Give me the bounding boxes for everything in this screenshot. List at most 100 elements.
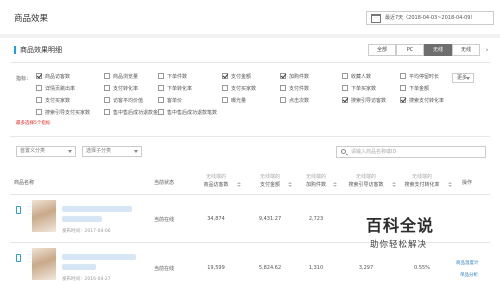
metric-checkbox[interactable]: [36, 73, 42, 79]
metric-checkbox[interactable]: [280, 85, 286, 91]
col-search-visitors-sub: 无线端的: [355, 174, 376, 180]
cart-cell: 2,723: [308, 216, 324, 222]
pay-amount-cell: 9,431.27: [258, 216, 282, 222]
calendar-icon: [371, 14, 381, 23]
col-pay-amount-label: 支付金额: [259, 182, 280, 188]
product-title-blurred[interactable]: [62, 254, 136, 260]
product-analysis-link[interactable]: 单品分析: [460, 272, 478, 278]
metric-label: 下单转化率: [167, 86, 193, 92]
product-title-blurred: [62, 216, 102, 222]
sort-desc-icon[interactable]: [333, 185, 337, 187]
search-conv-cell: 0.55%: [414, 265, 430, 271]
divider: [10, 136, 490, 137]
metric-label: 售中售后成功退款笔数: [167, 110, 218, 116]
watermark-logo: 百科全说: [366, 216, 435, 235]
metric-checkbox[interactable]: [280, 73, 286, 79]
col-status: 当前状态: [153, 180, 174, 186]
metric-checkbox[interactable]: [36, 97, 42, 103]
sort-desc-icon[interactable]: [288, 185, 292, 187]
metric-checkbox[interactable]: [104, 97, 110, 103]
product-thermometer-link[interactable]: 商品温度计: [456, 260, 479, 266]
subcategory-select-value: 选择子分类: [86, 148, 112, 154]
chevron-down-icon: [68, 150, 72, 153]
col-search-conv-label: 搜索支付转化率: [404, 182, 440, 188]
product-search-input[interactable]: 请输入商品名称或ID: [336, 146, 486, 158]
sort-desc-icon[interactable]: [237, 185, 241, 187]
more-metrics-dropdown[interactable]: 更多: [452, 73, 474, 83]
divider: [10, 194, 490, 195]
subcategory-select[interactable]: 选择子分类: [82, 146, 142, 157]
metric-label: 商品访客数: [45, 74, 71, 80]
category-select[interactable]: 首置义分类: [16, 146, 76, 157]
metric-label: 支付买家数: [231, 86, 257, 92]
metric-checkbox[interactable]: [104, 73, 110, 79]
tab-wireless[interactable]: 无线: [424, 44, 452, 56]
metric-checkbox[interactable]: [158, 109, 164, 115]
section-title: 商品效果明细: [20, 46, 62, 54]
col-visitors[interactable]: 无线端的 商品访客数: [192, 173, 240, 189]
metric-label: 详情页跳出率: [45, 86, 76, 92]
sort-asc-icon[interactable]: [237, 182, 241, 184]
tab-expand-icon[interactable]: ›: [482, 45, 492, 55]
metric-checkbox[interactable]: [104, 85, 110, 91]
metric-checkbox[interactable]: [222, 85, 228, 91]
col-cart-label: 加购件数: [305, 182, 326, 188]
col-pay-amount[interactable]: 无线端的 支付金额: [246, 173, 294, 189]
header-panel: 商品效果 最近7天（2018-04-03~2018-04-09）: [0, 0, 500, 34]
col-product: 商品名称: [14, 180, 35, 186]
metric-checkbox[interactable]: [342, 85, 348, 91]
metric-checkbox[interactable]: [158, 97, 164, 103]
metrics-label: 指标：: [16, 76, 32, 82]
metric-label: 支付转化率: [113, 86, 139, 92]
metric-checkbox[interactable]: [36, 85, 42, 91]
col-visitors-label: 商品访客数: [203, 182, 229, 188]
product-thumbnail[interactable]: [32, 248, 56, 280]
tab-pc[interactable]: PC: [396, 44, 424, 56]
metric-label: 支付买家数: [45, 98, 71, 104]
metric-checkbox[interactable]: [222, 73, 228, 79]
product-title-blurred: [62, 264, 96, 270]
sort-asc-icon[interactable]: [288, 182, 292, 184]
metric-label: 支付金额: [231, 74, 252, 80]
status-cell: 当前在线: [153, 266, 174, 272]
mobile-icon: [16, 206, 21, 214]
sort-desc-icon[interactable]: [448, 185, 452, 187]
metric-checkbox[interactable]: [158, 85, 164, 91]
product-title-blurred[interactable]: [62, 206, 132, 212]
metric-checkbox[interactable]: [36, 109, 42, 115]
date-range-picker[interactable]: 最近7天（2018-04-03~2018-04-09）: [366, 11, 494, 25]
pay-amount-cell: 5,824.62: [258, 265, 282, 271]
search-visitors-cell: 3,297: [358, 265, 374, 271]
metric-label: 客单价: [167, 98, 183, 104]
tab-wireless-2[interactable]: 无线: [452, 44, 480, 56]
metric-checkbox[interactable]: [342, 73, 348, 79]
col-search-conv-sub: 无线端的: [411, 174, 432, 180]
metric-checkbox[interactable]: [400, 85, 406, 91]
sort-asc-icon[interactable]: [448, 182, 452, 184]
col-search-conv[interactable]: 无线端的 搜索支付转化率: [394, 173, 450, 189]
sort-asc-icon[interactable]: [392, 182, 396, 184]
visitors-cell: 19,599: [207, 265, 225, 271]
col-search-visitors-label: 搜索引导访客数: [348, 182, 384, 188]
tab-all[interactable]: 全部: [368, 44, 396, 56]
metric-checkbox[interactable]: [342, 97, 348, 103]
col-search-visitors[interactable]: 无线端的 搜索引导访客数: [338, 173, 394, 189]
divider: [10, 62, 490, 63]
col-cart[interactable]: 无线端的 加购件数: [296, 173, 336, 189]
sort-desc-icon[interactable]: [392, 185, 396, 187]
sort-asc-icon[interactable]: [333, 182, 337, 184]
metric-checkbox[interactable]: [280, 97, 286, 103]
metric-checkbox[interactable]: [104, 109, 110, 115]
metric-checkbox[interactable]: [158, 73, 164, 79]
metric-label: 收藏人数: [351, 74, 372, 80]
metric-label: 下单买家数: [351, 86, 377, 92]
page-title: 商品效果: [14, 14, 49, 24]
metric-label: 搜索引导支付买家数: [45, 110, 91, 116]
product-thumbnail[interactable]: [32, 200, 56, 232]
metric-checkbox[interactable]: [400, 97, 406, 103]
metric-checkbox[interactable]: [400, 73, 406, 79]
metric-label: 下单件数: [167, 74, 188, 80]
metric-label: 商品浏览量: [113, 74, 139, 80]
published-date: 发布时间：2017-04-06: [62, 229, 111, 234]
metric-checkbox[interactable]: [222, 97, 228, 103]
